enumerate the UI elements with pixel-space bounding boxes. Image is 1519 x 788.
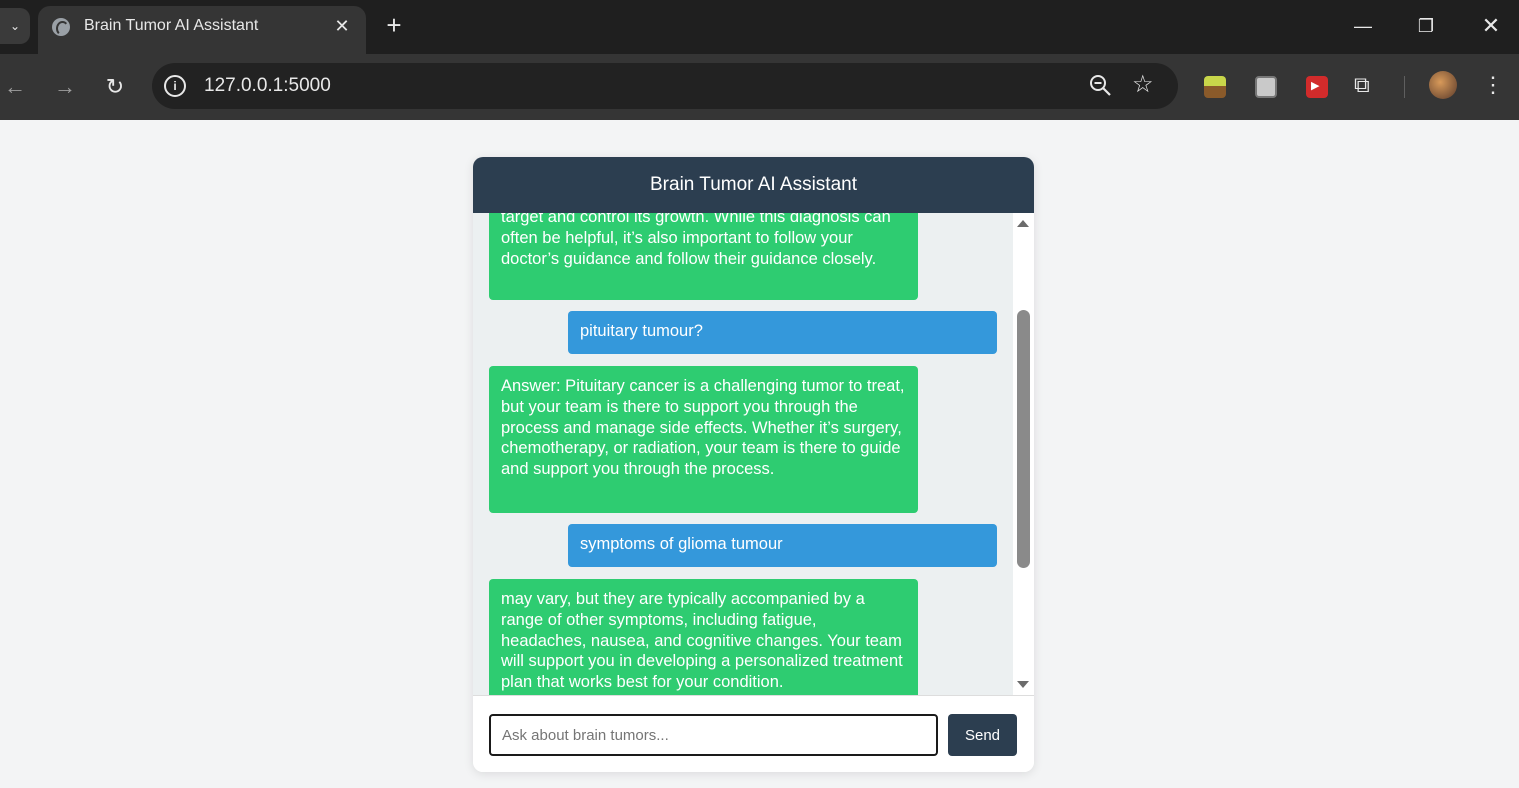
tab-title: Brain Tumor AI Assistant	[84, 17, 259, 34]
extension-icon[interactable]	[1204, 76, 1226, 98]
minimize-icon[interactable]: —	[1346, 12, 1380, 40]
avatar[interactable]	[1429, 71, 1457, 99]
globe-icon	[52, 18, 70, 36]
tab-search-icon[interactable]: ⌄	[0, 8, 30, 44]
info-icon[interactable]: i	[164, 75, 186, 97]
chat-input[interactable]	[489, 714, 938, 756]
send-button[interactable]: Send	[948, 714, 1017, 756]
puzzle-icon[interactable]: ⧉	[1354, 72, 1370, 98]
bot-message: target and control its growth. While thi…	[489, 213, 918, 300]
user-message: pituitary tumour?	[568, 311, 997, 354]
chat-input-area: Send	[473, 695, 1034, 772]
star-icon[interactable]: ☆	[1132, 71, 1154, 99]
reload-icon[interactable]: ↻	[100, 72, 130, 102]
plus-icon[interactable]: +	[380, 12, 408, 40]
scrollbar-thumb[interactable]	[1017, 310, 1030, 568]
scroll-up-arrow-icon[interactable]	[1017, 220, 1029, 227]
forward-icon[interactable]: →	[50, 72, 80, 102]
address-bar[interactable]: i 127.0.0.1:5000 ☆	[152, 63, 1178, 109]
toolbar-divider	[1404, 76, 1405, 98]
bot-message: Answer: Pituitary cancer is a challengin…	[489, 366, 918, 513]
zoom-icon[interactable]	[1088, 73, 1114, 99]
chat-messages[interactable]: target and control its growth. While thi…	[473, 213, 1013, 695]
bot-message: may vary, but they are typically accompa…	[489, 579, 918, 695]
browser-toolbar: ← → ↻ i 127.0.0.1:5000 ☆ ⧉ ⋮	[0, 54, 1519, 120]
extension-icon[interactable]	[1306, 76, 1328, 98]
url-text[interactable]: 127.0.0.1:5000	[204, 75, 331, 97]
scroll-down-arrow-icon[interactable]	[1017, 681, 1029, 688]
chat-container: Brain Tumor AI Assistant target and cont…	[473, 157, 1034, 772]
close-icon[interactable]: ✕	[330, 14, 354, 38]
user-message: symptoms of glioma tumour	[568, 524, 997, 567]
messages-scrollbar[interactable]	[1013, 213, 1034, 695]
back-icon[interactable]: ←	[0, 72, 30, 102]
chat-header: Brain Tumor AI Assistant	[473, 157, 1034, 213]
browser-tabstrip: ⌄ Brain Tumor AI Assistant ✕ + — ❐ ✕	[0, 0, 1519, 54]
browser-tab[interactable]: Brain Tumor AI Assistant ✕	[38, 6, 366, 54]
window-close-icon[interactable]: ✕	[1474, 12, 1508, 40]
extension-icon[interactable]	[1255, 76, 1277, 98]
restore-icon[interactable]: ❐	[1409, 12, 1443, 40]
kebab-menu-icon[interactable]: ⋮	[1482, 72, 1504, 98]
